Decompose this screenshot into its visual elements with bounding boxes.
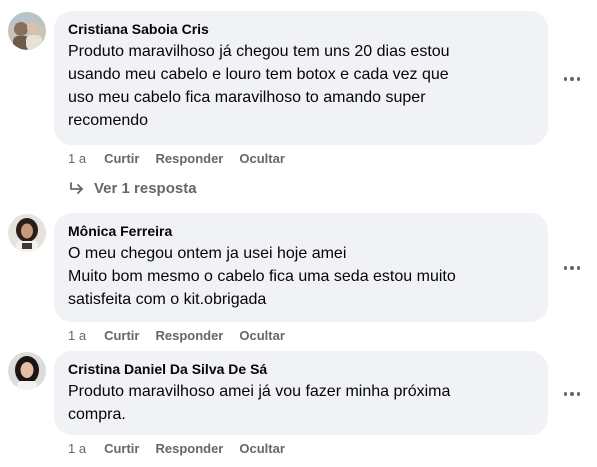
comment-author[interactable]: Cristiana Saboia Cris [68, 20, 536, 38]
reply-button[interactable]: Responder [155, 328, 223, 344]
comment-actions: 1 a Curtir Responder Ocultar [68, 151, 301, 167]
comment-actions: 1 a Curtir Responder Ocultar [68, 328, 301, 344]
hide-button[interactable]: Ocultar [239, 328, 285, 344]
comment-thread: Cristiana Saboia Cris Produto maravilhos… [0, 0, 597, 467]
view-replies-button[interactable]: Ver 1 resposta [68, 180, 197, 198]
view-replies-label: Ver 1 resposta [94, 180, 197, 197]
like-button[interactable]: Curtir [104, 441, 139, 457]
like-button[interactable]: Curtir [104, 328, 139, 344]
avatar[interactable] [8, 214, 46, 252]
reply-button[interactable]: Responder [155, 151, 223, 167]
comment-bubble: Mônica Ferreira O meu chegou ontem ja us… [54, 213, 548, 322]
hide-button[interactable]: Ocultar [239, 151, 285, 167]
avatar[interactable] [8, 352, 46, 390]
more-options-icon[interactable] [560, 67, 584, 91]
comment-bubble: Cristina Daniel Da Silva De Sá Produto m… [54, 351, 548, 435]
more-options-icon[interactable] [560, 256, 584, 280]
hide-button[interactable]: Ocultar [239, 441, 285, 457]
comment-text: Produto maravilhoso já chegou tem uns 20… [68, 43, 450, 129]
comment-author[interactable]: Mônica Ferreira [68, 222, 536, 240]
comment-timestamp[interactable]: 1 a [68, 328, 86, 344]
comment-bubble: Cristiana Saboia Cris Produto maravilhos… [54, 11, 548, 145]
comment-timestamp[interactable]: 1 a [68, 151, 86, 167]
more-options-icon[interactable] [560, 382, 584, 406]
comment-timestamp[interactable]: 1 a [68, 441, 86, 457]
reply-button[interactable]: Responder [155, 441, 223, 457]
comment-text: Produto maravilhoso amei já vou fazer mi… [68, 383, 451, 423]
comment-text: O meu chegou ontem ja usei hoje amei Mui… [68, 245, 456, 308]
reply-arrow-icon [70, 182, 83, 194]
comment-actions: 1 a Curtir Responder Ocultar [68, 441, 301, 457]
comment-author[interactable]: Cristina Daniel Da Silva De Sá [68, 360, 536, 378]
like-button[interactable]: Curtir [104, 151, 139, 167]
avatar[interactable] [8, 12, 46, 50]
